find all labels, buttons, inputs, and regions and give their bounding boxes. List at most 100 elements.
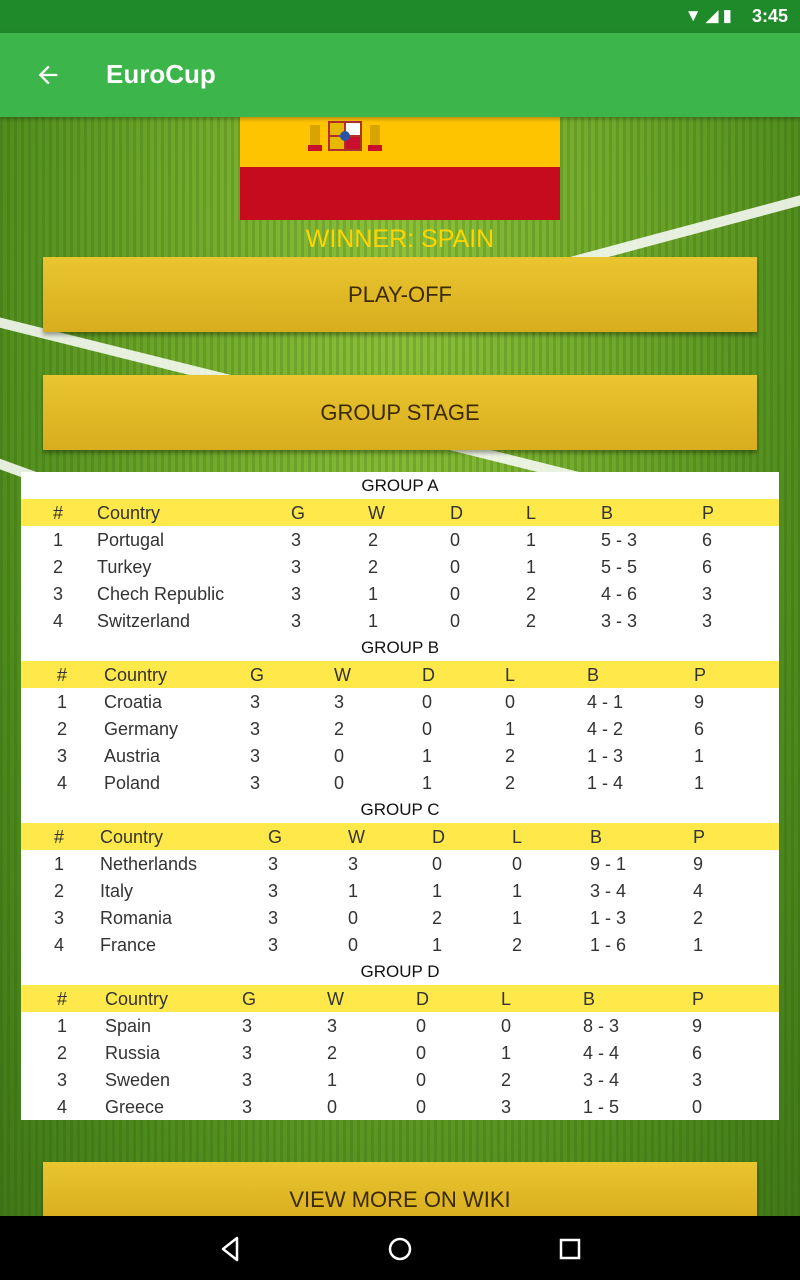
back-nav-icon[interactable]: [213, 1232, 247, 1266]
table-cell: 3: [291, 530, 302, 550]
group-title: GROUP D: [360, 962, 440, 981]
table-cell: 3: [57, 746, 68, 766]
table-cell: 2: [501, 1070, 512, 1090]
table-cell: 0: [422, 719, 433, 739]
table-cell: 3: [54, 908, 65, 928]
table-row: 4 Poland 3 0 1 2 1 - 4 1: [21, 769, 779, 796]
status-bar: ▼◢▮ 3:45: [0, 0, 800, 33]
column-header: Country: [97, 503, 161, 523]
table-cell: 2: [334, 719, 345, 739]
table-cell: 6: [702, 530, 713, 550]
table-cell: 5 - 5: [601, 557, 638, 577]
winner-label: WINNER: SPAIN: [305, 225, 495, 253]
table-cell: 4: [54, 935, 65, 955]
table-cell: 3: [242, 1016, 253, 1036]
table-cell: 2: [57, 1043, 68, 1063]
table-cell: 1 - 6: [590, 935, 627, 955]
column-header: G: [291, 503, 306, 523]
table-row: 3 Sweden 3 1 0 2 3 - 4 3: [21, 1066, 779, 1093]
table-cell: 0: [416, 1016, 427, 1036]
table-header-row: # Country G W D L B P: [21, 499, 779, 526]
table-cell: 4: [693, 881, 704, 901]
table-cell: 1: [512, 881, 523, 901]
table-cell: 1: [54, 854, 65, 874]
table-cell: Austria: [104, 746, 161, 766]
table-cell: France: [100, 935, 157, 955]
table-cell: 3 - 4: [583, 1070, 620, 1090]
table-cell: 1: [57, 692, 68, 712]
table-cell: 4 - 4: [583, 1043, 620, 1063]
table-cell: Greece: [105, 1097, 165, 1117]
recents-nav-icon[interactable]: [553, 1232, 587, 1266]
table-cell: 3 - 3: [601, 611, 638, 631]
table-cell: Romania: [100, 908, 173, 928]
table-cell: 4: [53, 611, 64, 631]
table-header-row: # Country G W D L B P: [21, 661, 779, 688]
table-cell: 1 - 3: [590, 908, 627, 928]
table-cell: 1: [57, 1016, 68, 1036]
table-cell: 0: [334, 773, 345, 793]
table-cell: 0: [416, 1097, 427, 1117]
column-header: #: [54, 827, 65, 847]
table-cell: 3: [291, 584, 302, 604]
column-header: #: [53, 503, 64, 523]
column-header: L: [505, 665, 516, 685]
column-header: Country: [104, 665, 168, 685]
table-cell: 1: [53, 530, 64, 550]
column-header: G: [242, 989, 257, 1009]
table-cell: Netherlands: [100, 854, 198, 874]
table-cell: 0: [422, 692, 433, 712]
table-cell: 1: [348, 881, 359, 901]
table-cell: Russia: [105, 1043, 161, 1063]
table-cell: 3: [268, 935, 279, 955]
table-row: 1 Spain 3 3 0 0 8 - 3 9: [21, 1012, 779, 1039]
table-row: 3 Chech Republic 3 1 0 2 4 - 6 3: [21, 580, 779, 607]
group-stage-button[interactable]: GROUP STAGE: [43, 375, 757, 450]
back-button[interactable]: [34, 55, 74, 95]
table-row: 2 Italy 3 1 1 1 3 - 4 4: [21, 877, 779, 904]
table-cell: 0: [450, 611, 461, 631]
table-cell: Poland: [104, 773, 161, 793]
column-header: W: [327, 989, 344, 1009]
column-header: #: [57, 665, 68, 685]
table-cell: 1 - 5: [583, 1097, 620, 1117]
table-cell: 2: [526, 584, 537, 604]
table-cell: 3: [692, 1070, 703, 1090]
playoff-button[interactable]: PLAY-OFF: [43, 257, 757, 332]
status-icons: ▼◢▮: [684, 6, 736, 25]
table-cell: 0: [348, 908, 359, 928]
table-cell: 0: [512, 854, 523, 874]
table-cell: 1: [501, 1043, 512, 1063]
table-cell: 3: [250, 692, 261, 712]
table-cell: 9 - 1: [590, 854, 627, 874]
table-cell: 0: [334, 746, 345, 766]
table-cell: 3: [291, 611, 302, 631]
table-cell: 5 - 3: [601, 530, 638, 550]
table-cell: 3 - 4: [590, 881, 627, 901]
table-cell: 0: [501, 1016, 512, 1036]
table-header-row: # Country G W D L B P: [21, 823, 779, 850]
table-row: 4 France 3 0 1 2 1 - 6 1: [21, 931, 779, 958]
column-header: W: [368, 503, 385, 523]
table-cell: 3: [501, 1097, 512, 1117]
table-cell: 0: [416, 1070, 427, 1090]
table-cell: 3: [334, 692, 345, 712]
table-cell: 9: [694, 692, 705, 712]
table-cell: Sweden: [105, 1070, 171, 1090]
table-cell: 1: [327, 1070, 338, 1090]
table-cell: 3: [291, 557, 302, 577]
arrow-left-icon: [38, 65, 58, 85]
table-cell: 8 - 3: [583, 1016, 620, 1036]
table-cell: 6: [694, 719, 705, 739]
column-header: P: [702, 503, 715, 523]
home-nav-icon[interactable]: [383, 1232, 417, 1266]
table-cell: 3: [242, 1043, 253, 1063]
table-cell: Turkey: [97, 557, 152, 577]
wiki-button[interactable]: VIEW MORE ON WIKI: [43, 1162, 757, 1222]
column-header: D: [416, 989, 429, 1009]
status-time: 3:45: [751, 6, 788, 26]
table-row: 2 Russia 3 2 0 1 4 - 4 6: [21, 1039, 779, 1066]
table-cell: 2: [432, 908, 443, 928]
table-cell: 0: [450, 584, 461, 604]
flag-yellow-band: [240, 117, 560, 167]
